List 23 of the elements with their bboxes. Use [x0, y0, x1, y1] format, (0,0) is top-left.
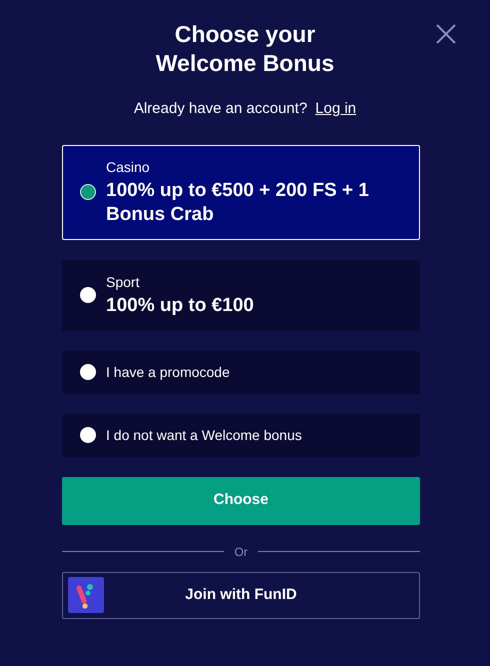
login-link[interactable]: Log in: [315, 98, 356, 120]
option-category: Casino: [106, 158, 151, 176]
radio-button[interactable]: [80, 287, 96, 303]
bonus-option[interactable]: I have a promocode: [62, 350, 420, 394]
dialog-title: Welcome Bonus: [156, 49, 334, 78]
radio-button[interactable]: [80, 184, 96, 200]
radio-button[interactable]: [80, 427, 96, 443]
bonus-option[interactable]: Casino 100% up to €500 + 200 FS + 1 Bonus Crab: [62, 144, 420, 240]
close-button[interactable]: [436, 24, 456, 44]
option-label: I do not want a Welcome bonus: [106, 426, 302, 444]
divider-label: Or: [234, 544, 248, 560]
funid-button[interactable]: Join with FunID: [62, 572, 420, 618]
radio-button[interactable]: [80, 364, 96, 380]
option-label: 100% up to €100: [106, 294, 254, 318]
login-prompt: Already have an account?: [134, 99, 308, 119]
funid-logo-icon: [68, 577, 104, 613]
bonus-option[interactable]: Sport 100% up to €100: [62, 260, 420, 330]
dialog-title: Choose your: [174, 20, 316, 49]
bonus-option[interactable]: I do not want a Welcome bonus: [62, 414, 420, 456]
close-icon: [436, 24, 456, 44]
option-label: I have a promocode: [106, 362, 230, 382]
option-category: Sport: [106, 272, 140, 290]
option-label: 100% up to €500 + 200 FS + 1 Bonus Crab: [106, 178, 370, 226]
